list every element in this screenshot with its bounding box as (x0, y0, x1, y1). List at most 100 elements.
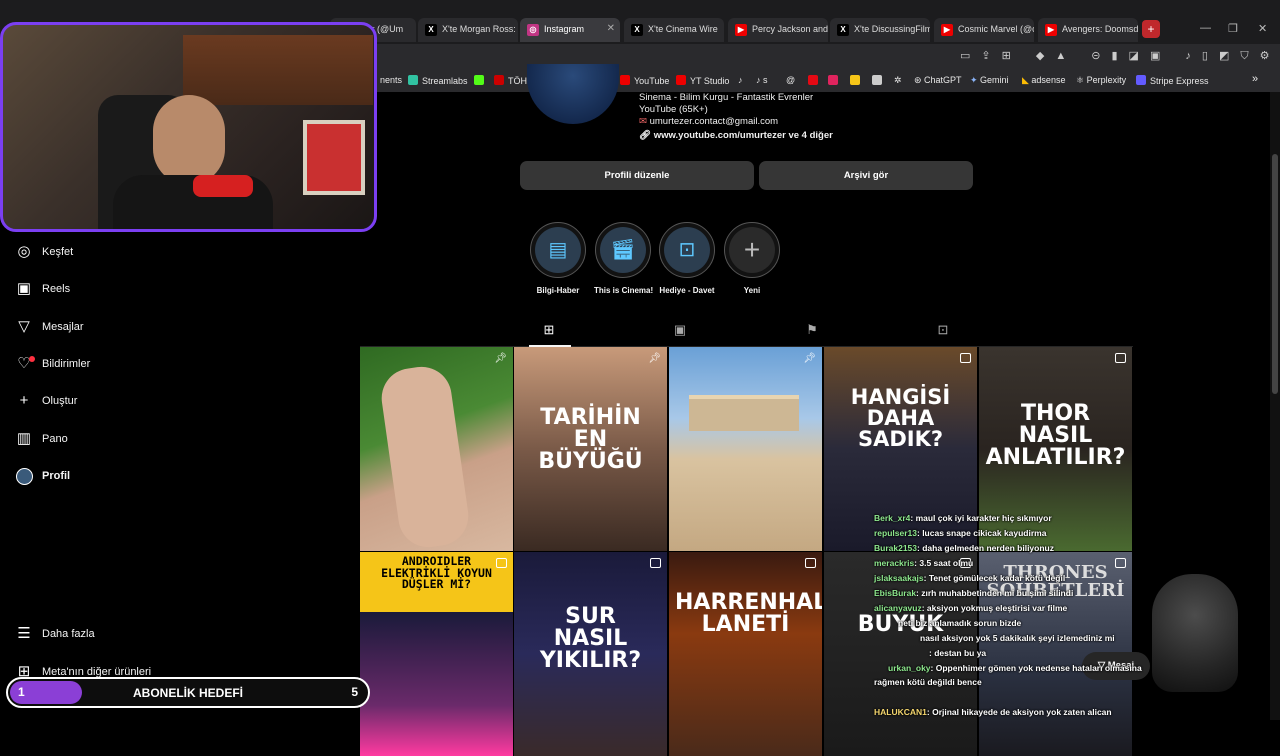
send-icon: ▽ (18, 318, 30, 335)
bio-link[interactable]: 🔗︎ www.youtube.com/umurtezer ve 4 diğer (639, 130, 833, 141)
microphone (193, 175, 253, 197)
post-thumbnail[interactable]: TARİHİN EN BÜYÜĞÜ 📌︎ (514, 347, 667, 551)
clapper-icon: 🎬︎ (600, 227, 646, 273)
webcam-overlay (0, 22, 377, 232)
notification-dot (29, 356, 35, 362)
view-archive-button[interactable]: Arşivi gör (759, 161, 973, 190)
tab-tagged-icon[interactable]: ⊡ (933, 322, 953, 340)
highlight-circle: + (724, 222, 780, 278)
new-tab-button[interactable]: + (1142, 20, 1160, 38)
chat-message: alicanyavuz: aksiyon yokmuş eleştirisi v… (874, 603, 1068, 613)
bookmark[interactable]: ✲ (894, 75, 902, 86)
streamlabs-icon (408, 75, 418, 85)
bookmark-icon (828, 75, 838, 85)
bookmark[interactable] (872, 75, 886, 86)
goal-target: 5 (351, 685, 358, 699)
bookmark[interactable]: Streamlabs (408, 75, 468, 86)
bookmark[interactable]: YT Studio (676, 75, 729, 86)
reels-icon: ▣ (16, 280, 32, 297)
browser-tab[interactable]: X X'te DiscussingFilm (830, 18, 930, 42)
bookmark[interactable]: ⚛ Perplexity (1076, 75, 1126, 86)
toh-icon (494, 75, 504, 85)
tab-saved-icon[interactable]: ⚑ (802, 322, 822, 340)
maximize-icon[interactable]: ❐ (1228, 22, 1238, 35)
highlight[interactable]: ▤ Bilgi-Haber (529, 222, 587, 295)
chat-message: rağmen kötü değildi bence (874, 677, 982, 687)
pin-icon: 📌︎ (648, 353, 661, 364)
browser-tab[interactable]: ▶ Cosmic Marvel (@c (934, 18, 1034, 42)
x-icon: X (837, 24, 849, 36)
extensions-area: ▭⇪⊞ ◆▲ ⊝▮◪▣ ♪▯◩⛉⚙ (960, 50, 1280, 62)
browser-tab[interactable]: ▶ Avengers: Doomsd (1038, 18, 1138, 42)
bookmark[interactable]: YouTube (620, 75, 669, 86)
bookmark[interactable]: ⊛ ChatGPT (914, 75, 962, 86)
goal-label: ABONELİK HEDEFİ (132, 686, 243, 700)
chat-message: neti biz anlamadık sorun bizde (898, 618, 1022, 628)
close-window-icon[interactable]: ✕ (1258, 22, 1267, 35)
bookmark[interactable]: nents (380, 75, 402, 85)
tab-posts-grid-icon[interactable]: ⊞ (539, 322, 559, 340)
highlight-new[interactable]: + Yeni (723, 222, 781, 295)
close-tab-icon[interactable]: ✕ (607, 23, 615, 34)
post-thumbnail[interactable]: 📌︎ (360, 347, 513, 551)
bookmark[interactable]: ◣ adsense (1022, 75, 1065, 86)
bookmark[interactable]: ♪ s (756, 75, 768, 85)
compass-icon: ◎ (17, 243, 31, 260)
perplexity-icon: ⚛ (1076, 75, 1087, 85)
bookmark[interactable] (828, 75, 842, 86)
threads-icon: @ (786, 75, 796, 85)
chat-message: HALUKCAN1: Orjinal hikayede de aksiyon y… (874, 707, 1112, 717)
browser-tab[interactable]: X X'te Morgan Ross: (418, 18, 518, 42)
bookmarks-more[interactable]: » (1252, 73, 1258, 85)
bookmark[interactable] (808, 75, 822, 86)
edit-profile-button[interactable]: Profili düzenle (520, 161, 754, 190)
yt-studio-icon (676, 75, 686, 85)
bookmark[interactable]: TÖH (494, 75, 527, 86)
gemini-icon: ✦ (970, 75, 981, 85)
bio-email: ✉ umurtezer.contact@gmail.com (639, 116, 779, 127)
chat-message: urkan_oky: Oppenhimer gömen yok nedense … (888, 663, 1142, 673)
bookmark[interactable]: ✦ Gemini (970, 75, 1009, 86)
darth-vader-overlay (1152, 574, 1238, 692)
scrollbar-thumb[interactable] (1272, 154, 1278, 394)
news-icon: ▤ (535, 227, 581, 273)
bio-line: Sinema - Bilim Kurgu - Fantastik Evrenle… (639, 92, 814, 103)
x-icon: X (425, 24, 437, 36)
post-thumbnail[interactable]: SUR NASIL YIKILIR? (514, 552, 667, 756)
reel-icon (960, 353, 971, 363)
profile-avatar[interactable] (527, 64, 619, 124)
chat-message: jslaksaakajs: Tenet gömülecek kadar kötü… (874, 573, 1066, 583)
adsense-icon: ◣ (1022, 75, 1032, 85)
bookmark[interactable]: @ (786, 75, 795, 85)
bookmark[interactable] (850, 75, 864, 86)
post-thumbnail[interactable]: ANDROIDLER ELEKTRİKLİ KOYUN DÜŞLER Mİ? (360, 552, 513, 756)
post-thumbnail[interactable]: HARRENHAL LANETİ (669, 552, 822, 756)
browser-tab[interactable]: ▶ Percy Jackson and (728, 18, 828, 42)
reel-icon (1115, 353, 1126, 363)
pin-icon: 📌︎ (803, 353, 816, 364)
webcam-shelf (183, 35, 373, 105)
tab-reels-icon[interactable]: ▣ (670, 322, 690, 340)
bookmark[interactable]: ♪ (738, 75, 743, 85)
highlight-circle: 🎬︎ (595, 222, 651, 278)
chatgpt-icon: ⊛ (914, 75, 925, 85)
avatar-icon (16, 468, 33, 485)
minimize-icon[interactable]: — (1200, 22, 1211, 34)
reel-icon (650, 558, 661, 568)
page-scrollbar[interactable] (1270, 92, 1280, 720)
reel-icon (496, 558, 507, 568)
highlight[interactable]: 🎬︎ This is Cinema! (594, 222, 653, 295)
youtube-icon: ▶ (735, 24, 747, 36)
chat-message: : destan bu ya (929, 648, 987, 658)
bookmark[interactable] (474, 75, 488, 86)
browser-tab-active[interactable]: ◎ Instagram ✕ (520, 18, 620, 42)
instagram-icon: ◎ (527, 24, 539, 36)
youtube-icon (620, 75, 630, 85)
browser-tab[interactable]: X X'te Cinema Wire (624, 18, 724, 42)
plus-icon: + (19, 392, 29, 409)
post-thumbnail[interactable]: 📌︎ (669, 347, 822, 551)
highlight[interactable]: ⊡ Hediye - Davet (658, 222, 716, 295)
plus-icon: + (729, 227, 775, 273)
bookmark[interactable]: Stripe Express (1136, 75, 1209, 86)
tiktok-icon: ♪ (738, 75, 743, 85)
